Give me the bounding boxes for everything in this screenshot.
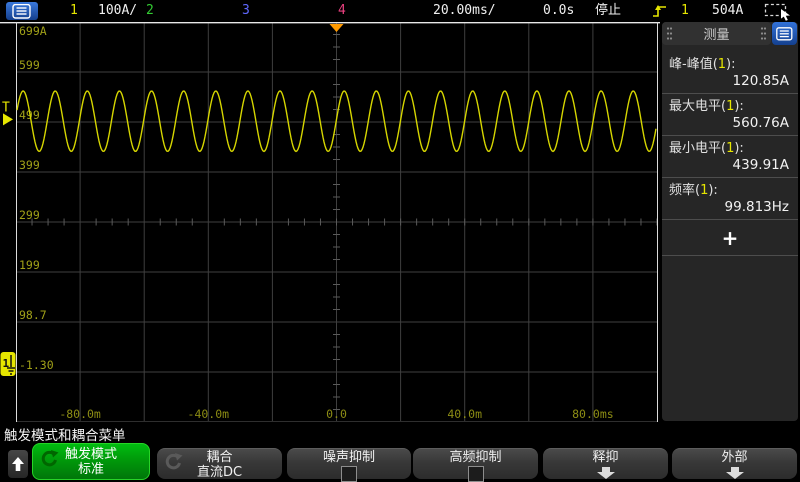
- measurement-value: 439.91A: [662, 157, 798, 174]
- svg-text:T: T: [2, 100, 10, 115]
- graticule-grid: [0, 22, 660, 422]
- menu-back-button[interactable]: [8, 450, 28, 478]
- measurement-row[interactable]: 频率(1):99.813Hz: [662, 178, 798, 220]
- softkey-label: 外部: [672, 450, 797, 465]
- channel3-button[interactable]: 3: [242, 0, 250, 22]
- checkbox-icon[interactable]: [341, 466, 357, 482]
- down-arrow-icon: [543, 467, 668, 482]
- trigger-level-readout[interactable]: 504A: [712, 0, 743, 22]
- svg-text:0.0: 0.0: [326, 407, 347, 421]
- svg-text:-80.0m: -80.0m: [59, 407, 101, 421]
- checkbox-icon[interactable]: [468, 466, 484, 482]
- channel1-ground-marker[interactable]: 1: [1, 352, 16, 376]
- softkey-label: 高频抑制: [413, 450, 538, 465]
- menu-list-icon: [776, 27, 793, 41]
- main-menu-button[interactable]: [6, 2, 38, 20]
- delay-readout[interactable]: 0.0s: [543, 0, 574, 22]
- down-arrow-icon: [672, 467, 797, 482]
- svg-text:199: 199: [19, 258, 40, 272]
- knob-rotate-icon: [40, 450, 59, 471]
- measurement-list: 峰-峰值(1):120.85A最大电平(1):560.76A最小电平(1):43…: [662, 52, 798, 256]
- drag-grip-icon: [760, 26, 767, 41]
- menu-list-icon: [12, 4, 32, 19]
- measurement-label: 最大电平(1):: [662, 99, 798, 115]
- hf-reject-softkey[interactable]: 高频抑制: [413, 448, 538, 479]
- channel1-button[interactable]: 1: [70, 0, 78, 22]
- measurement-label: 最小电平(1):: [662, 141, 798, 157]
- external-softkey[interactable]: 外部: [672, 448, 797, 479]
- svg-text:399: 399: [19, 158, 40, 172]
- trigger-slope-icon: [652, 3, 668, 23]
- svg-text:40.0m: 40.0m: [447, 407, 482, 421]
- knob-rotate-icon: [164, 453, 183, 474]
- svg-text:699A: 699A: [19, 24, 47, 38]
- svg-text:-1.30: -1.30: [19, 358, 54, 372]
- softkey-menu-title: 触发模式和耦合菜单: [4, 424, 126, 444]
- trigger-mode-softkey[interactable]: 触发模式标准: [32, 443, 150, 480]
- measurement-panel-title: 测量: [703, 24, 729, 43]
- oscilloscope-screen: 1 100A/ 2 3 4 20.00ms/ 0.0s 停止 1 504A 69…: [0, 0, 800, 482]
- measurement-label: 频率(1):: [662, 183, 798, 199]
- run-status: 停止: [595, 0, 621, 22]
- measurement-value: 120.85A: [662, 73, 798, 90]
- trigger-level-marker[interactable]: T: [2, 100, 13, 125]
- timebase-readout[interactable]: 20.00ms/: [433, 0, 496, 22]
- svg-text:599: 599: [19, 58, 40, 72]
- coupling-softkey[interactable]: 耦合直流DC: [157, 448, 282, 479]
- svg-text:-40.0m: -40.0m: [188, 407, 230, 421]
- trigger-position-marker[interactable]: [330, 24, 344, 32]
- up-arrow-icon: [11, 457, 25, 472]
- channel1-scale[interactable]: 100A/: [98, 0, 137, 22]
- measurement-row[interactable]: 峰-峰值(1):120.85A: [662, 52, 798, 94]
- graticule-svg: 699A59949939929919998.7-1.30-80.0m-40.0m…: [0, 22, 660, 422]
- softkey-label: 释抑: [543, 450, 668, 465]
- channel2-button[interactable]: 2: [146, 0, 154, 22]
- measurement-value: 99.813Hz: [662, 199, 798, 216]
- softkey-menu-bar: 触发模式标准耦合直流DC 噪声抑制高频抑制释抑外部: [0, 444, 800, 482]
- measurement-panel-header[interactable]: 测量: [662, 22, 771, 45]
- svg-text:299: 299: [19, 208, 40, 222]
- measurement-menu-button[interactable]: [772, 22, 797, 45]
- trigger-source: 1: [681, 0, 689, 22]
- measurement-panel: 测量 峰-峰值(1):120.85A最大电平(1):560.76A最小电平(1)…: [662, 22, 798, 421]
- waveform-display-area[interactable]: 699A59949939929919998.7-1.30-80.0m-40.0m…: [0, 22, 660, 422]
- channel4-button[interactable]: 4: [338, 0, 346, 22]
- measurement-row[interactable]: 最大电平(1):560.76A: [662, 94, 798, 136]
- holdoff-softkey[interactable]: 释抑: [543, 448, 668, 479]
- measurement-value: 560.76A: [662, 115, 798, 132]
- svg-text:98.7: 98.7: [19, 308, 47, 322]
- add-measurement-button[interactable]: +: [662, 220, 798, 256]
- noise-reject-softkey[interactable]: 噪声抑制: [287, 448, 411, 479]
- measurement-label: 峰-峰值(1):: [662, 57, 798, 73]
- drag-grip-icon: [666, 26, 673, 41]
- svg-text:80.0ms: 80.0ms: [572, 407, 614, 421]
- measurement-row[interactable]: 最小电平(1):439.91A: [662, 136, 798, 178]
- top-status-bar: 1 100A/ 2 3 4 20.00ms/ 0.0s 停止 1 504A: [0, 0, 800, 22]
- softkey-label: 噪声抑制: [287, 450, 411, 465]
